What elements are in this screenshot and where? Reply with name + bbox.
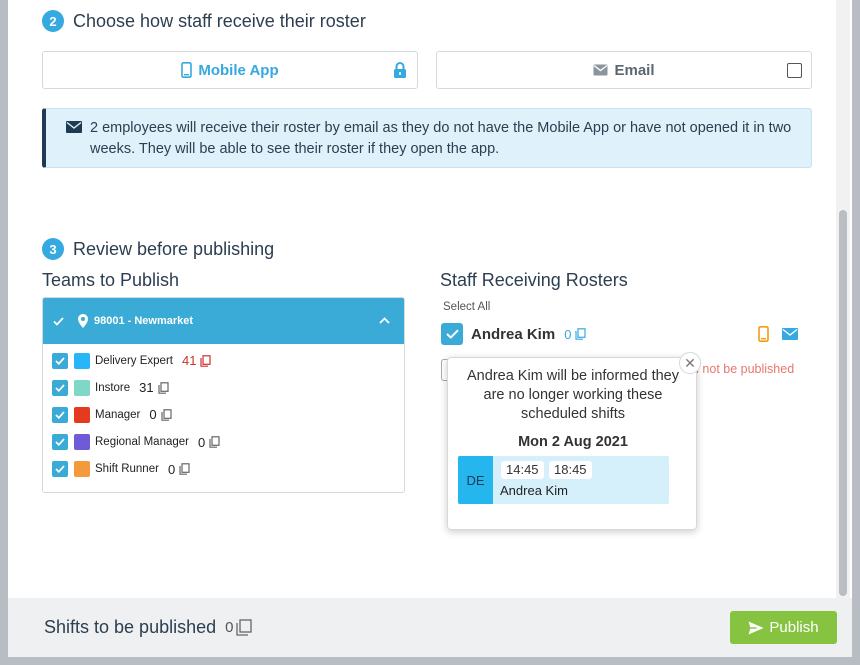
team-row-regional-manager[interactable]: Regional Manager 0 xyxy=(43,429,404,456)
team-checkbox[interactable] xyxy=(52,461,68,478)
teams-heading: Teams to Publish xyxy=(42,270,180,290)
check-icon xyxy=(53,316,64,326)
lock-icon xyxy=(393,61,407,83)
staff-shift-count: 0 xyxy=(564,326,572,342)
staff-name: Andrea Kim xyxy=(471,325,556,343)
popover-date: Mon 2 Aug 2021 xyxy=(518,434,628,450)
mobile-phone-icon xyxy=(758,326,769,342)
envelope-icon xyxy=(66,119,82,140)
team-checkbox[interactable] xyxy=(52,352,68,369)
shifts-to-publish-label: Shifts to be published xyxy=(44,617,217,637)
team-color-swatch xyxy=(74,379,90,396)
step-3-number: 3 xyxy=(42,238,64,260)
shift-employee: Andrea Kim xyxy=(500,483,568,498)
team-name: Regional Manager xyxy=(95,436,189,449)
team-color-swatch xyxy=(74,434,90,451)
team-color-swatch xyxy=(74,406,90,423)
shift-end-time: 18:45 xyxy=(549,461,592,479)
team-row-instore[interactable]: Instore 31 xyxy=(43,374,404,401)
email-info-banner: 2 employees will receive their roster by… xyxy=(42,108,812,168)
copy-icon xyxy=(179,463,190,476)
email-checkbox[interactable] xyxy=(787,63,802,78)
mobile-app-label: Mobile App xyxy=(198,61,279,79)
mobile-app-option[interactable]: Mobile App xyxy=(42,51,418,89)
shifts-to-publish: Shifts to be published 0 xyxy=(44,617,253,638)
publish-button[interactable]: Publish xyxy=(730,611,837,644)
team-name: Instore xyxy=(95,381,131,394)
team-color-swatch xyxy=(74,352,90,369)
copy-icon xyxy=(158,381,169,394)
email-label: Email xyxy=(614,61,655,79)
mobile-phone-icon xyxy=(181,62,193,78)
team-checkbox[interactable] xyxy=(52,379,68,396)
popover-message: Andrea Kim will be informed they are no … xyxy=(467,368,679,422)
team-name: Delivery Expert xyxy=(95,354,173,367)
team-name: Shift Runner xyxy=(95,463,159,476)
team-name: Manager xyxy=(95,408,141,421)
staff-row-andrea-kim[interactable]: Andrea Kim 0 xyxy=(441,323,587,345)
step-2-number: 2 xyxy=(42,10,64,32)
location-pin-icon xyxy=(78,314,88,328)
team-checkbox[interactable] xyxy=(52,434,68,451)
info-text: 2 employees will receive their roster by… xyxy=(90,120,792,157)
step-2-header: 2 Choose how staff receive their roster xyxy=(42,10,366,32)
step-3-title: Review before publishing xyxy=(73,238,275,259)
shift-info-popover: ✕ Andrea Kim will be informed they are n… xyxy=(447,352,701,530)
team-checkbox[interactable] xyxy=(52,406,68,423)
shift-card[interactable]: DE 14:45 18:45 Andrea Kim xyxy=(458,456,669,504)
email-option[interactable]: Email xyxy=(436,51,812,89)
team-color-swatch xyxy=(74,461,90,478)
shift-team-initials: DE xyxy=(458,456,493,504)
shift-count: 41 xyxy=(181,353,197,369)
team-row-manager[interactable]: Manager 0 xyxy=(43,401,404,428)
staff-checkbox[interactable] xyxy=(441,323,463,345)
shift-count: 0 xyxy=(167,461,176,477)
copy-icon xyxy=(236,619,253,636)
staff-heading: Staff Receiving Rosters xyxy=(440,270,628,290)
location-header[interactable]: 98001 - Newmarket xyxy=(43,298,404,344)
shift-count: 0 xyxy=(149,407,157,423)
shift-count: 0 xyxy=(197,434,206,450)
step-2-title: Choose how staff receive their roster xyxy=(73,10,366,31)
copy-icon xyxy=(200,354,212,367)
location-name: 98001 - Newmarket xyxy=(94,315,194,327)
teams-panel: 98001 - Newmarket Delivery Expert 41 Ins… xyxy=(42,297,405,493)
not-published-note: d not be published xyxy=(692,362,795,376)
shift-count: 31 xyxy=(139,380,154,396)
chevron-up-icon[interactable] xyxy=(379,315,390,327)
scrollbar-thumb[interactable] xyxy=(839,210,847,596)
select-all-link[interactable]: Select All xyxy=(443,301,490,313)
envelope-icon xyxy=(782,328,798,340)
envelope-icon xyxy=(593,64,608,76)
team-row-shift-runner[interactable]: Shift Runner 0 xyxy=(43,456,404,483)
publish-label: Publish xyxy=(769,619,819,636)
copy-icon xyxy=(209,436,220,448)
copy-icon[interactable] xyxy=(575,328,587,340)
shift-start-time: 14:45 xyxy=(501,461,544,479)
shifts-to-publish-count: 0 xyxy=(225,619,234,636)
team-row-delivery-expert[interactable]: Delivery Expert 41 xyxy=(43,347,404,374)
send-icon xyxy=(748,621,764,635)
copy-icon xyxy=(161,409,172,421)
step-3-header: 3 Review before publishing xyxy=(42,238,274,260)
